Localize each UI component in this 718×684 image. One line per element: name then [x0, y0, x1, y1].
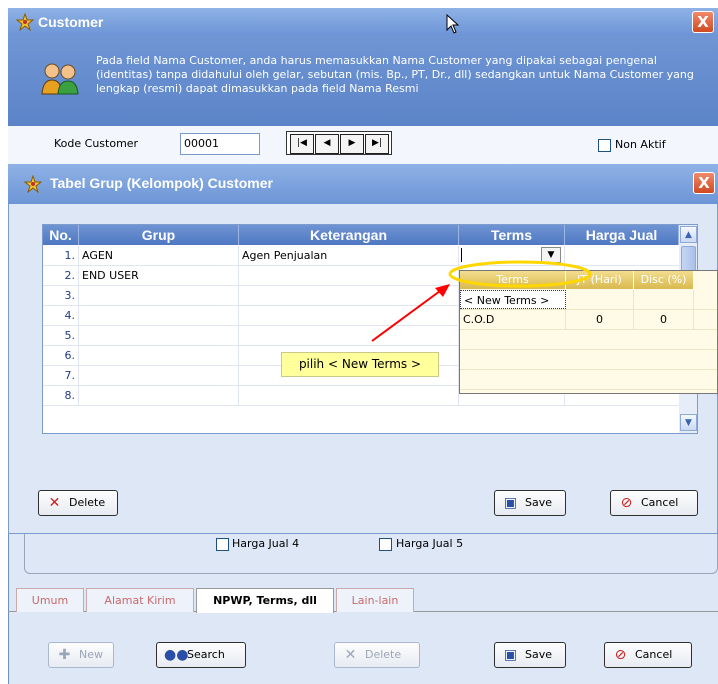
cancel-button[interactable]: ⊘ Cancel	[604, 642, 692, 668]
binoculars-icon: ●●	[164, 647, 189, 663]
column-header-terms[interactable]: Terms	[459, 225, 565, 245]
grup-cell[interactable]	[79, 366, 239, 385]
keterangan-cell[interactable]	[239, 386, 459, 405]
next-record-icon[interactable]: ▶	[340, 134, 364, 154]
delete-icon: ✕	[344, 647, 357, 663]
grup-cell[interactable]: AGEN	[79, 246, 239, 265]
cancel-label: Cancel	[635, 648, 673, 661]
grup-cell[interactable]	[79, 286, 239, 305]
annotation-note: pilih < New Terms >	[281, 352, 439, 377]
save-label: Save	[525, 648, 553, 661]
red-arrow-head-icon	[435, 284, 450, 297]
customer-title-bar[interactable]: Customer	[8, 8, 718, 36]
app-icon	[16, 13, 34, 31]
grup-save-button[interactable]: ▣ Save	[494, 490, 566, 516]
save-icon: ▣	[503, 495, 518, 511]
row-number: 1.	[43, 246, 79, 265]
harga-panel	[24, 534, 718, 574]
tab-npwp-terms[interactable]: NPWP, Terms, dll	[196, 588, 334, 613]
tab-lain-lain[interactable]: Lain-lain	[336, 588, 414, 612]
customer-users-icon	[41, 63, 79, 95]
scroll-up-icon[interactable]: ▲	[680, 226, 697, 243]
prev-record-icon[interactable]: ◀	[315, 134, 339, 154]
option-disc-cell	[634, 290, 694, 309]
search-button[interactable]: ●● Search	[156, 642, 246, 668]
save-label: Save	[525, 496, 553, 509]
non-aktif-label: Non Aktif	[615, 138, 666, 151]
grup-title-bar[interactable]: Tabel Grup (Kelompok) Customer	[8, 164, 718, 204]
grup-cell[interactable]	[79, 306, 239, 325]
highlight-ellipse	[448, 260, 592, 288]
row-number: 3.	[43, 286, 79, 305]
delete-button[interactable]: ✕ Delete	[334, 642, 420, 668]
row-number: 5.	[43, 326, 79, 345]
column-header-harga-jual[interactable]: Harga Jual	[565, 225, 679, 245]
cancel-icon: ⊘	[614, 647, 627, 663]
new-label: New	[79, 648, 103, 661]
harga-jual-4-label: Harga Jual 4	[232, 537, 300, 550]
header-message: Pada field Nama Customer, anda harus mem…	[96, 54, 694, 95]
row-number: 2.	[43, 266, 79, 285]
app-icon	[24, 175, 42, 193]
delete-label: Delete	[365, 648, 402, 661]
customer-close-button[interactable]: X	[692, 11, 714, 33]
harga-jual-5-label: Harga Jual 5	[396, 537, 464, 550]
harga-jual-4-checkbox[interactable]	[216, 538, 229, 551]
mouse-cursor-icon	[446, 14, 460, 34]
grup-delete-button[interactable]: ✕ Delete	[38, 490, 118, 516]
grup-cell[interactable]	[79, 386, 239, 405]
record-navigator: |◀ ◀ ▶ ▶|	[286, 131, 392, 155]
row-number: 4.	[43, 306, 79, 325]
row-number: 8.	[43, 386, 79, 405]
column-header-no[interactable]: No.	[43, 225, 79, 245]
dropdown-header-disc: Disc (%)	[634, 271, 694, 289]
new-button[interactable]: ✚ New	[48, 642, 114, 668]
last-record-icon[interactable]: ▶|	[365, 134, 389, 154]
add-icon: ✚	[58, 647, 71, 663]
kode-customer-field[interactable]: 00001	[180, 133, 260, 155]
search-label: Search	[187, 648, 225, 661]
grup-cell[interactable]	[79, 326, 239, 345]
column-header-grup[interactable]: Grup	[79, 225, 239, 245]
first-record-icon[interactable]: |◀	[290, 134, 314, 154]
tab-alamat-kirim[interactable]: Alamat Kirim	[86, 588, 194, 612]
save-icon: ▣	[503, 647, 518, 663]
grup-close-button[interactable]: X	[693, 172, 715, 194]
grup-cancel-button[interactable]: ⊘ Cancel	[610, 490, 698, 516]
harga-jual-5-checkbox[interactable]	[379, 538, 392, 551]
delete-icon: ✕	[48, 495, 61, 511]
customer-title: Customer	[38, 14, 104, 30]
kode-customer-label: Kode Customer	[54, 137, 139, 150]
red-arrow-line	[371, 290, 441, 342]
delete-label: Delete	[69, 496, 106, 509]
grup-cell[interactable]	[79, 346, 239, 365]
tab-umum[interactable]: Umum	[16, 588, 84, 612]
scroll-down-icon[interactable]: ▼	[680, 414, 697, 431]
grup-cell[interactable]: END USER	[79, 266, 239, 285]
non-aktif-checkbox[interactable]	[598, 139, 611, 152]
row-number: 7.	[43, 366, 79, 385]
customer-header-panel: Pada field Nama Customer, anda harus mem…	[8, 36, 718, 126]
option-disc-cell: 0	[634, 310, 694, 329]
cancel-icon: ⊘	[620, 495, 633, 511]
row-number: 6.	[43, 346, 79, 365]
cancel-label: Cancel	[641, 496, 679, 509]
save-button[interactable]: ▣ Save	[494, 642, 566, 668]
column-header-keterangan[interactable]: Keterangan	[239, 225, 459, 245]
grup-title: Tabel Grup (Kelompok) Customer	[50, 175, 273, 191]
